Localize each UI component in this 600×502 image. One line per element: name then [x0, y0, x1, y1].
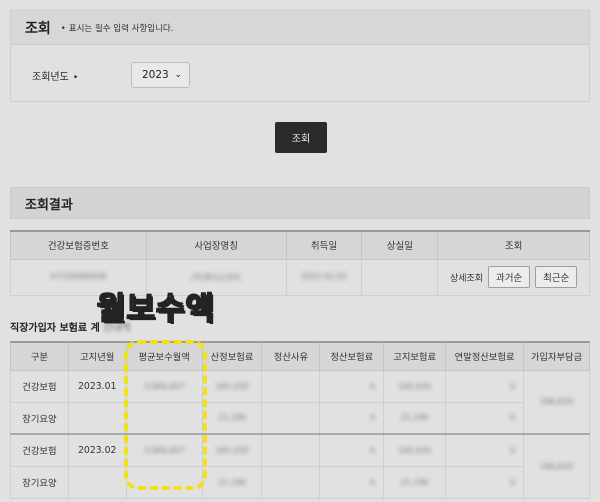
search-header: 조회 표시는 필수 입력 사항입니다. — [11, 11, 589, 45]
yearend-value: 0 — [509, 445, 516, 455]
yearend-value: 0 — [509, 477, 516, 487]
month-cell: 2023.02 — [67, 433, 127, 467]
calc-value: 165,430 — [215, 445, 249, 455]
col-yearend-premium: 연말정산보험료 — [445, 342, 525, 371]
yearend-cell: 0 — [445, 433, 525, 467]
settle-value: 0 — [370, 381, 376, 391]
table-row: 장기요양 21,190 0 21,190 0 — [10, 401, 590, 435]
reason-cell — [261, 369, 321, 403]
kind-cell: 건강보험 — [10, 433, 69, 467]
search-button[interactable]: 조회 — [275, 122, 327, 153]
notice-value: 21,190 — [400, 477, 429, 487]
required-note: 표시는 필수 입력 사항입니다. — [61, 22, 174, 34]
col-notice-premium: 고지보험료 — [383, 342, 447, 371]
kind-cell: 장기요양 — [10, 465, 69, 499]
share-cell: 186,620 — [523, 433, 590, 499]
month-cell — [67, 401, 127, 435]
workplace-value: (주)회사소프트 — [190, 272, 242, 282]
callout-highlight-box — [124, 340, 207, 490]
calc-cell: 165,430 — [201, 433, 263, 467]
calc-cell: 165,430 — [201, 369, 263, 403]
calc-value: 21,190 — [218, 477, 246, 487]
col-kind: 구분 — [10, 342, 69, 371]
notice-cell: 165,430 — [383, 433, 447, 467]
col-notice-month: 고지년월 — [67, 342, 127, 371]
col-calc-premium: 산정보험료 — [201, 342, 263, 371]
acquired-cell: 2022.01.03 — [285, 258, 363, 296]
yearend-value: 0 — [509, 413, 516, 423]
notice-value: 165,430 — [398, 381, 432, 391]
callout-text: 월보수액 — [96, 290, 216, 328]
settle-cell: 0 — [319, 401, 385, 435]
yearend-cell: 0 — [445, 465, 525, 499]
col-member-share: 가입자부담금 — [523, 342, 590, 371]
col-lost: 상실일 — [361, 231, 439, 260]
reason-cell — [261, 433, 321, 467]
result-header: 조회결과 — [10, 187, 590, 219]
col-workplace: 사업장명칭 — [145, 231, 287, 260]
required-mark: • — [72, 73, 79, 83]
share-value: 186,620 — [539, 397, 574, 407]
card-no-value: 07100090658 — [50, 272, 107, 281]
result-table-header: 건강보험증번호 사업장명칭 취득일 상실일 조회 — [10, 231, 590, 260]
col-settle-premium: 정산보험료 — [319, 342, 385, 371]
insurance-label-text: 직장가입자 보험료 계 — [10, 323, 100, 334]
table-row: 건강보험 2023.01 3,000,007 165,430 0 165,430… — [10, 369, 590, 435]
settle-value: 0 — [370, 445, 376, 455]
yearend-value: 0 — [509, 381, 516, 391]
share-cell: 186,620 — [523, 369, 590, 435]
notice-cell: 21,190 — [383, 401, 447, 435]
calc-value: 165,430 — [215, 381, 249, 391]
detail-table-header: 구분 고지년월 평균보수월액 산정보험료 정산사유 정산보험료 고지보험료 연말… — [10, 342, 590, 371]
col-card-no: 건강보험증번호 — [10, 231, 147, 260]
col-settle-reason: 정산사유 — [261, 342, 321, 371]
insurance-detail-table: 구분 고지년월 평균보수월액 산정보험료 정산사유 정산보험료 고지보험료 연말… — [10, 341, 590, 499]
reason-cell — [261, 401, 321, 435]
year-select-value: 2023 — [142, 69, 169, 81]
settle-value: 0 — [370, 477, 376, 487]
search-title: 조회 — [25, 20, 51, 37]
settle-value: 0 — [370, 413, 376, 423]
recent-order-button[interactable]: 최근순 — [535, 266, 578, 288]
settle-cell: 0 — [319, 465, 385, 499]
yearend-cell: 0 — [445, 369, 525, 403]
yearend-cell: 0 — [445, 401, 525, 435]
notice-cell: 21,190 — [383, 465, 447, 499]
year-label: 조회년도 • — [32, 68, 78, 83]
chevron-down-icon: ⌄ — [174, 70, 182, 80]
notice-cell: 165,430 — [383, 369, 447, 403]
notice-value: 165,430 — [398, 445, 432, 455]
month-cell: 2023.01 — [67, 369, 127, 403]
calc-value: 21,190 — [218, 413, 246, 423]
lookup-cell: 상세조회 과거순 최근순 — [437, 258, 590, 296]
table-row: 건강보험 2023.02 3,000,007 165,430 0 165,430… — [10, 433, 590, 499]
col-lookup: 조회 — [437, 231, 590, 260]
kind-cell: 장기요양 — [10, 401, 69, 435]
year-label-text: 조회년도 — [32, 72, 69, 83]
settle-cell: 0 — [319, 369, 385, 403]
past-order-button[interactable]: 과거순 — [487, 266, 531, 288]
acquired-value: 2022.01.03 — [301, 272, 347, 281]
month-cell — [67, 465, 127, 499]
reason-cell — [261, 465, 321, 499]
share-value: 186,620 — [539, 461, 574, 471]
lost-cell — [361, 258, 439, 296]
settle-cell: 0 — [319, 433, 385, 467]
notice-value: 21,190 — [400, 413, 429, 423]
col-acquired: 취득일 — [285, 231, 363, 260]
calc-cell: 21,190 — [201, 401, 263, 435]
calc-cell: 21,190 — [201, 465, 263, 499]
search-panel: 조회 표시는 필수 입력 사항입니다. 조회년도• 2023 ⌄ — [10, 10, 590, 102]
kind-cell: 건강보험 — [10, 369, 69, 403]
table-row: 장기요양 21,190 0 21,190 0 — [10, 465, 590, 499]
detail-label: 상세조회 — [449, 274, 484, 284]
year-field-row: 조회년도 • 2023 ⌄ — [11, 61, 589, 89]
year-select[interactable]: 2023 ⌄ — [131, 62, 190, 88]
